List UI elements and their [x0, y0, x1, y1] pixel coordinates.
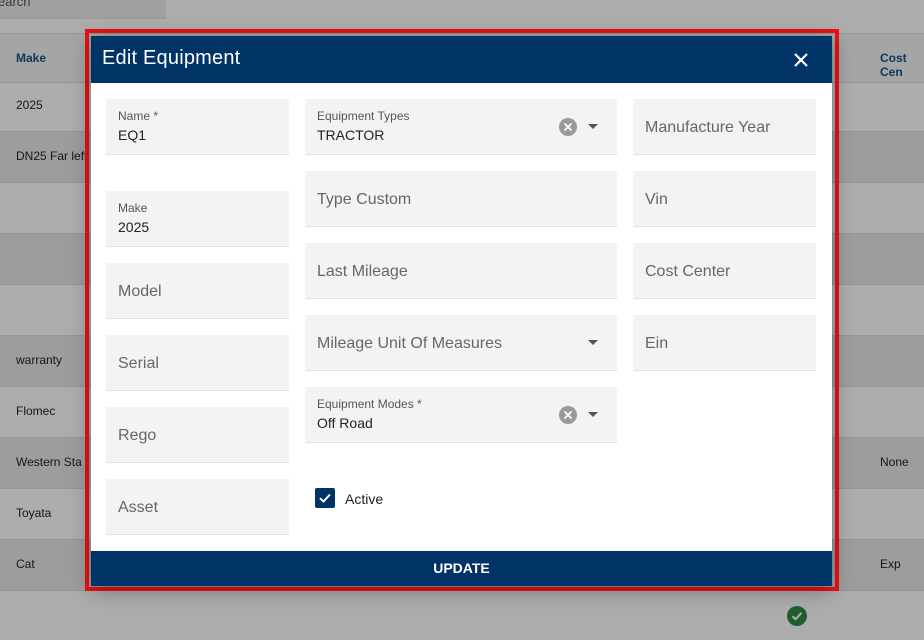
- chevron-down-icon[interactable]: [588, 340, 598, 345]
- active-label: Active: [345, 491, 384, 507]
- ein-field[interactable]: Ein: [633, 315, 816, 371]
- equipment-modes-select[interactable]: Equipment Modes * Off Road: [305, 387, 617, 443]
- serial-placeholder: Serial: [118, 355, 159, 372]
- chevron-down-icon[interactable]: [588, 124, 598, 129]
- dialog-header: Edit Equipment: [91, 36, 832, 83]
- rego-placeholder: Rego: [118, 427, 157, 444]
- make-label: Make: [118, 201, 148, 215]
- clear-icon[interactable]: [559, 118, 577, 136]
- name-label: Name *: [118, 109, 159, 123]
- vin-field[interactable]: Vin: [633, 171, 816, 227]
- manufacture-year-placeholder: Manufacture Year: [645, 119, 771, 136]
- dialog-title: Edit Equipment: [102, 47, 241, 69]
- checkmark-icon: [319, 493, 331, 503]
- clear-icon[interactable]: [559, 406, 577, 424]
- chevron-down-icon[interactable]: [588, 412, 598, 417]
- name-value: EQ1: [118, 127, 147, 143]
- vin-placeholder: Vin: [645, 191, 668, 208]
- close-button[interactable]: [786, 45, 816, 75]
- serial-field[interactable]: Serial: [106, 335, 289, 391]
- update-button[interactable]: UPDATE: [91, 551, 832, 586]
- cost-center-placeholder: Cost Center: [645, 263, 731, 280]
- model-field[interactable]: Model: [106, 263, 289, 319]
- make-field[interactable]: Make 2025: [106, 191, 289, 247]
- make-value: 2025: [118, 219, 150, 235]
- equipment-modes-value: Off Road: [317, 415, 373, 431]
- equipment-types-value: TRACTOR: [317, 127, 385, 143]
- last-mileage-field[interactable]: Last Mileage: [305, 243, 617, 299]
- equipment-types-select[interactable]: Equipment Types TRACTOR: [305, 99, 617, 155]
- type-custom-placeholder: Type Custom: [317, 191, 412, 208]
- mileage-unit-placeholder: Mileage Unit Of Measures: [317, 335, 502, 352]
- ein-placeholder: Ein: [645, 335, 669, 352]
- close-icon: [794, 53, 808, 67]
- edit-equipment-dialog: Edit Equipment Name * EQ1 Make 2025 Mode…: [91, 36, 832, 586]
- mileage-unit-select[interactable]: Mileage Unit Of Measures: [305, 315, 617, 371]
- equipment-modes-label: Equipment Modes *: [317, 397, 422, 411]
- model-placeholder: Model: [118, 283, 162, 300]
- rego-field[interactable]: Rego: [106, 407, 289, 463]
- equipment-types-label: Equipment Types: [317, 109, 410, 123]
- asset-field[interactable]: Asset: [106, 479, 289, 535]
- manufacture-year-field[interactable]: Manufacture Year: [633, 99, 816, 155]
- name-field[interactable]: Name * EQ1: [106, 99, 289, 155]
- last-mileage-placeholder: Last Mileage: [317, 263, 408, 280]
- type-custom-field[interactable]: Type Custom: [305, 171, 617, 227]
- active-checkbox[interactable]: [315, 488, 335, 508]
- asset-placeholder: Asset: [118, 499, 159, 516]
- cost-center-field[interactable]: Cost Center: [633, 243, 816, 299]
